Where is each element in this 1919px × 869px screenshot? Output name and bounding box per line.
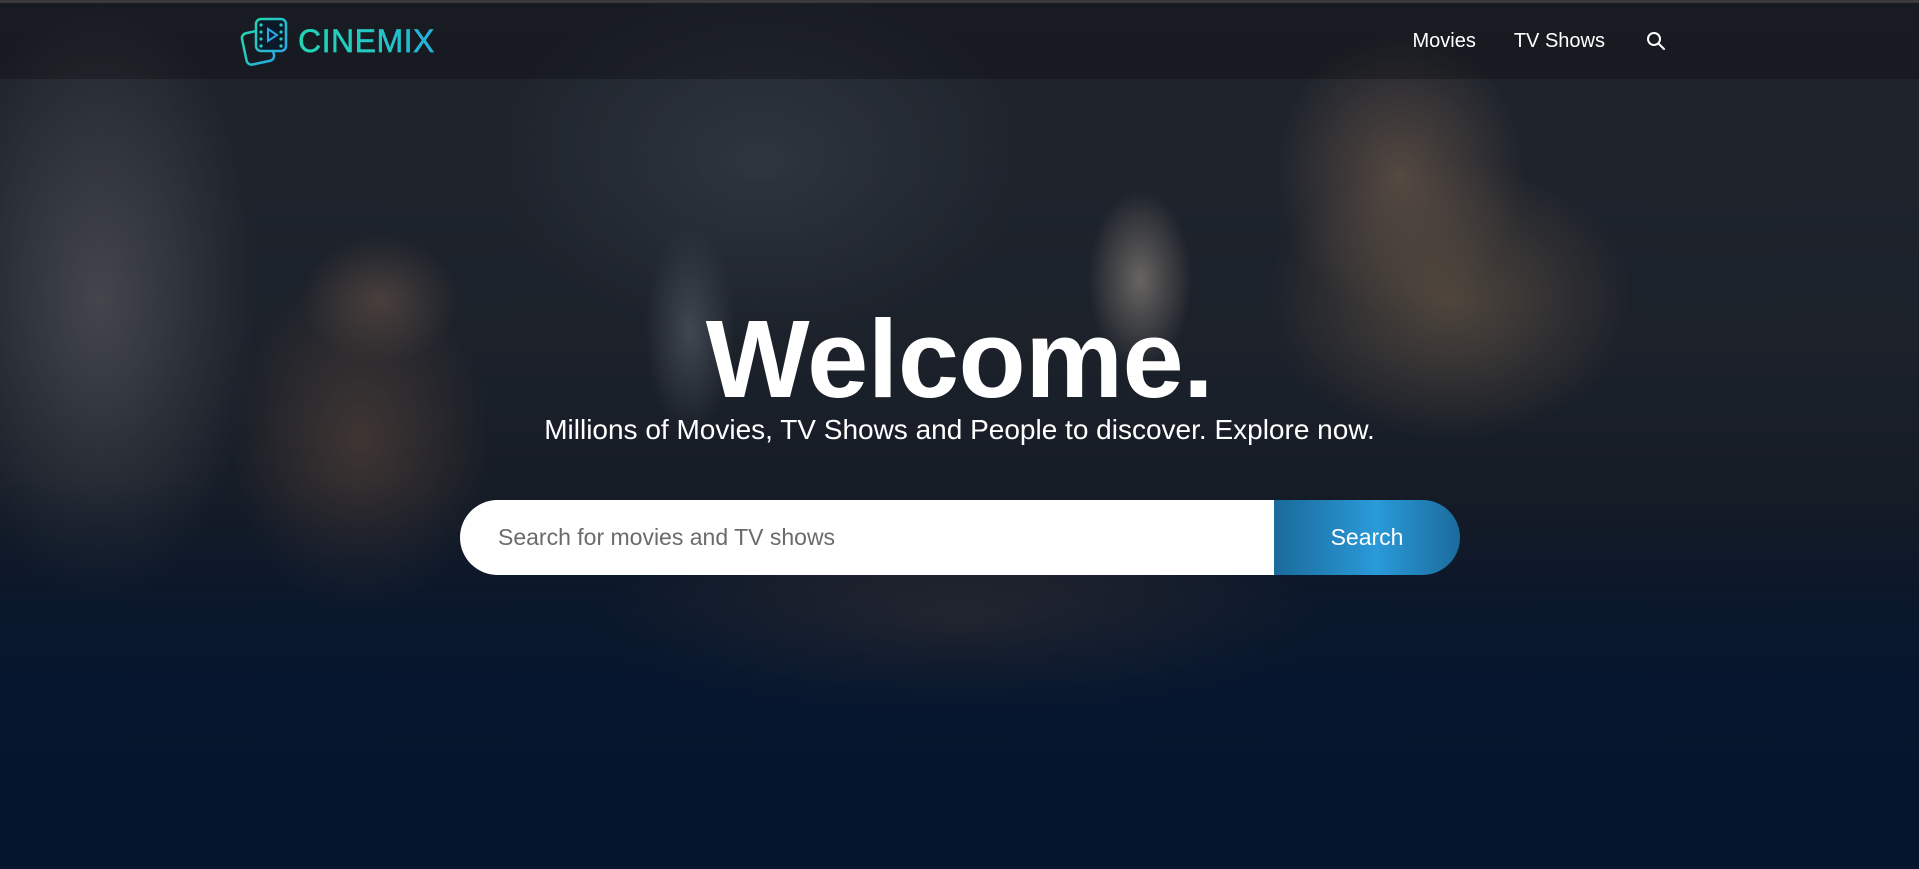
nav-item-tv-shows[interactable]: TV Shows bbox=[1514, 30, 1605, 53]
hero-subtitle: Millions of Movies, TV Shows and People … bbox=[544, 414, 1375, 445]
hero-search-bar: Search bbox=[460, 500, 1460, 575]
search-icon[interactable] bbox=[1645, 30, 1667, 52]
film-play-icon bbox=[240, 17, 288, 66]
brand-name: CINEMIX bbox=[298, 22, 435, 59]
nav-item-movies[interactable]: Movies bbox=[1412, 30, 1475, 53]
home-page: CINEMIX Movies TV Shows Welcome. Million… bbox=[0, 0, 1919, 869]
search-button[interactable]: Search bbox=[1274, 500, 1460, 575]
brand-logo[interactable]: CINEMIX bbox=[240, 15, 435, 67]
search-input[interactable] bbox=[460, 500, 1274, 575]
site-header: CINEMIX Movies TV Shows bbox=[0, 3, 1919, 79]
hero-section: Welcome. Millions of Movies, TV Shows an… bbox=[0, 300, 1919, 446]
main-nav: Movies TV Shows bbox=[1374, 3, 1667, 79]
hero-title: Welcome. bbox=[705, 298, 1214, 421]
